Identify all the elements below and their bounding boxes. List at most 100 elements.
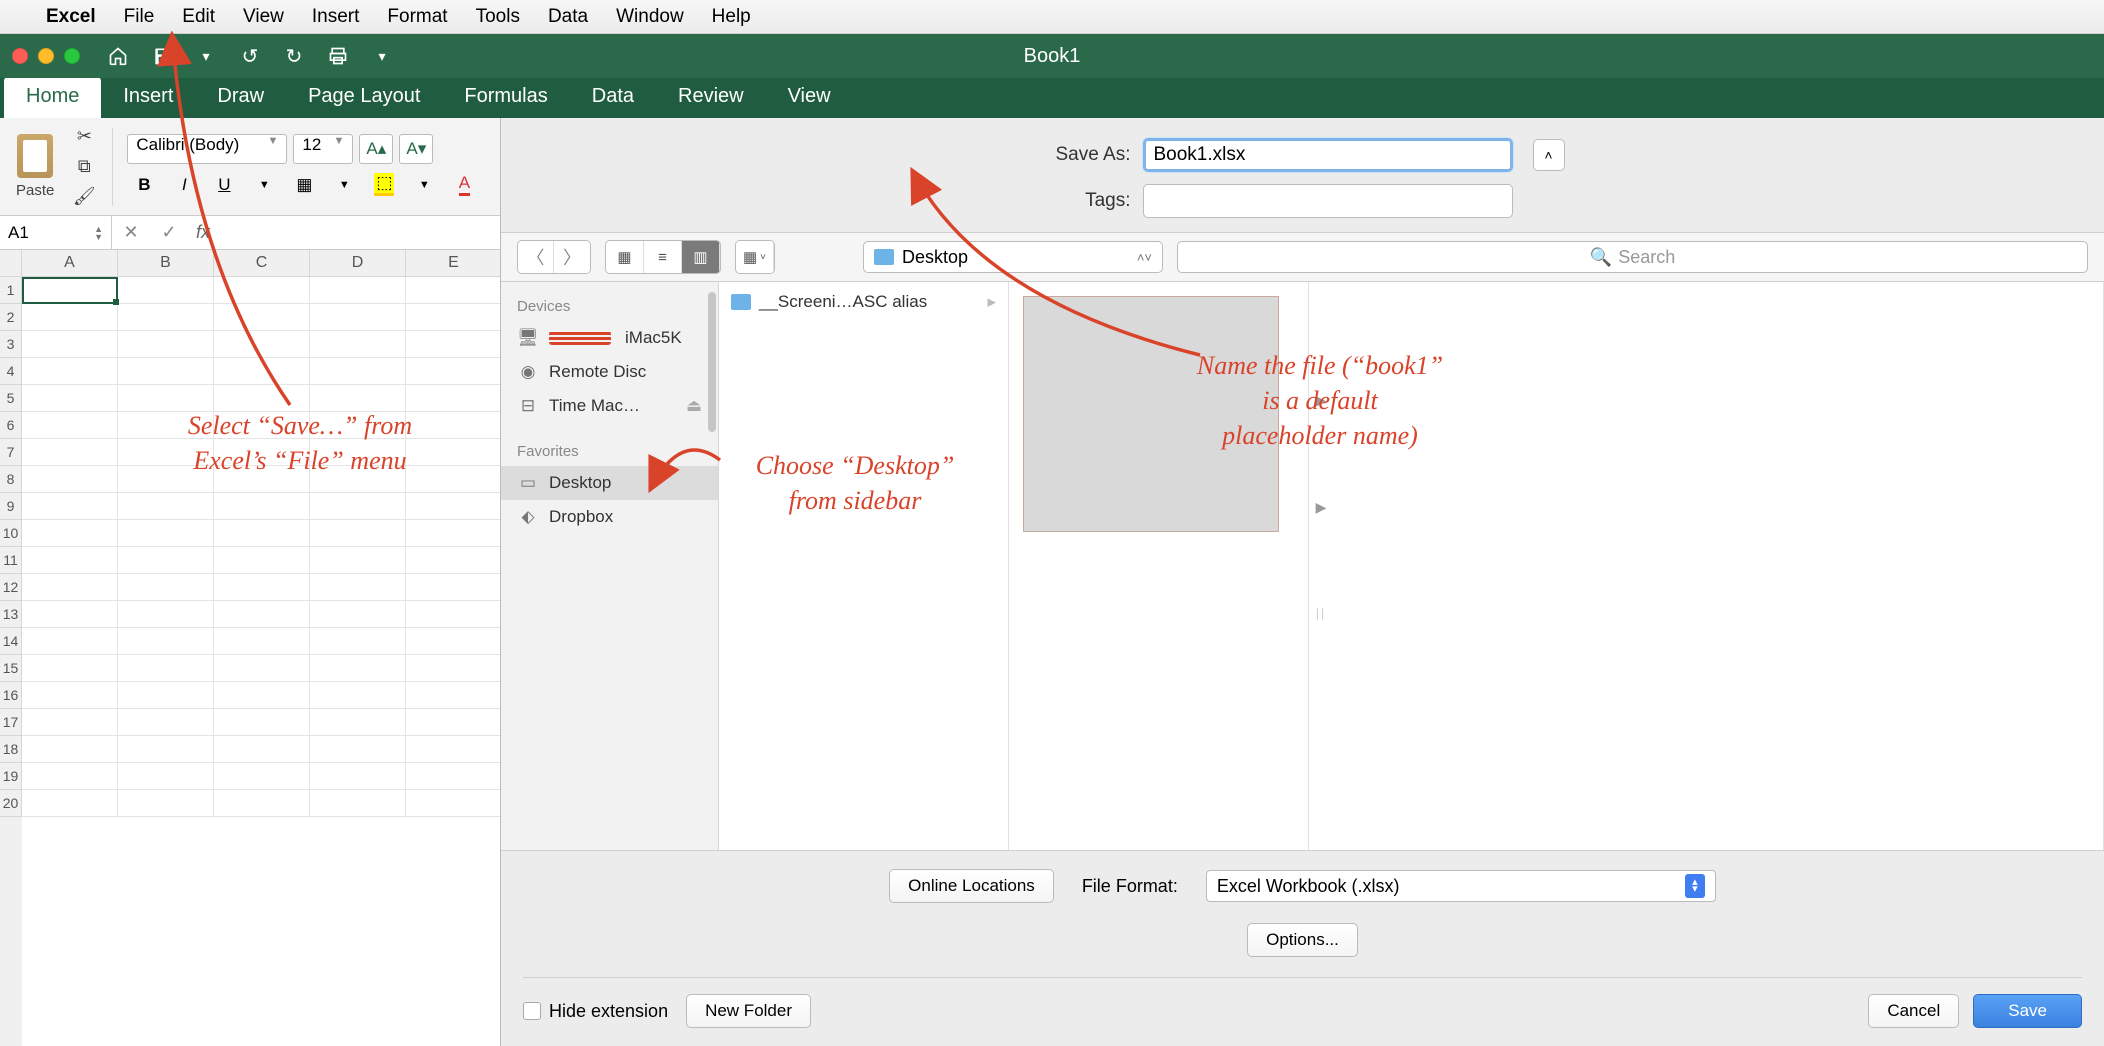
row-header[interactable]: 2 bbox=[0, 304, 22, 331]
zoom-window-icon[interactable] bbox=[64, 48, 80, 64]
cell[interactable] bbox=[310, 709, 406, 736]
sidebar-item-dropbox[interactable]: ⬖Dropbox bbox=[501, 500, 718, 534]
row-header[interactable]: 1 bbox=[0, 277, 22, 304]
tab-view[interactable]: View bbox=[766, 77, 853, 118]
file-format-select[interactable]: Excel Workbook (.xlsx) ▴▾ bbox=[1206, 870, 1716, 902]
cell[interactable] bbox=[310, 736, 406, 763]
cell[interactable] bbox=[118, 763, 214, 790]
filename-input[interactable] bbox=[1143, 138, 1513, 172]
new-folder-button[interactable]: New Folder bbox=[686, 994, 811, 1028]
fill-color-icon[interactable]: ⬚ bbox=[367, 170, 401, 200]
cell[interactable] bbox=[310, 520, 406, 547]
row-header[interactable]: 4 bbox=[0, 358, 22, 385]
fill-dropdown-icon[interactable]: ▼ bbox=[407, 170, 441, 200]
cell[interactable] bbox=[214, 601, 310, 628]
cell[interactable] bbox=[310, 277, 406, 304]
cell[interactable] bbox=[406, 709, 502, 736]
cell[interactable] bbox=[406, 277, 502, 304]
cell[interactable] bbox=[214, 493, 310, 520]
cell[interactable] bbox=[406, 655, 502, 682]
cell[interactable] bbox=[214, 277, 310, 304]
cell[interactable] bbox=[406, 439, 502, 466]
cell[interactable] bbox=[22, 736, 118, 763]
redo-icon[interactable]: ↻ bbox=[276, 41, 312, 71]
search-input[interactable]: 🔍 Search bbox=[1177, 241, 2088, 273]
cell[interactable] bbox=[22, 682, 118, 709]
cell[interactable] bbox=[118, 547, 214, 574]
cell[interactable] bbox=[214, 736, 310, 763]
row-header[interactable]: 9 bbox=[0, 493, 22, 520]
namebox-spinner-icon[interactable]: ▲▼ bbox=[94, 225, 103, 241]
format-painter-icon[interactable]: 🖌 bbox=[70, 185, 98, 209]
menu-file[interactable]: File bbox=[124, 6, 155, 28]
cell[interactable] bbox=[22, 466, 118, 493]
cell[interactable] bbox=[22, 628, 118, 655]
cell[interactable] bbox=[310, 493, 406, 520]
menu-insert[interactable]: Insert bbox=[312, 6, 360, 28]
cell[interactable] bbox=[118, 466, 214, 493]
forward-icon[interactable]: 〉 bbox=[554, 241, 590, 273]
print-dropdown-icon[interactable]: ▾ bbox=[364, 41, 400, 71]
cell[interactable] bbox=[310, 304, 406, 331]
chevron-right-icon[interactable]: ▶ bbox=[1316, 392, 1327, 409]
sidebar-item-desktop[interactable]: ▭Desktop bbox=[501, 466, 718, 500]
cell[interactable] bbox=[22, 655, 118, 682]
close-window-icon[interactable] bbox=[12, 48, 28, 64]
cell[interactable] bbox=[22, 277, 118, 304]
cell[interactable] bbox=[406, 547, 502, 574]
sidebar-item-remote-disc[interactable]: ◉Remote Disc bbox=[501, 355, 718, 389]
cell[interactable] bbox=[310, 628, 406, 655]
cell[interactable] bbox=[214, 385, 310, 412]
confirm-formula-icon[interactable]: ✓ bbox=[150, 222, 188, 243]
tab-draw[interactable]: Draw bbox=[195, 77, 286, 118]
cell[interactable] bbox=[406, 358, 502, 385]
row-header[interactable]: 3 bbox=[0, 331, 22, 358]
cell[interactable] bbox=[118, 790, 214, 817]
font-color-icon[interactable]: A bbox=[447, 170, 481, 200]
name-box[interactable]: A1 ▲▼ bbox=[0, 216, 112, 249]
row-header[interactable]: 18 bbox=[0, 736, 22, 763]
cell[interactable] bbox=[406, 304, 502, 331]
increase-font-icon[interactable]: A▴ bbox=[359, 134, 393, 164]
cell[interactable] bbox=[310, 439, 406, 466]
cell[interactable] bbox=[214, 412, 310, 439]
cell[interactable] bbox=[118, 304, 214, 331]
cell[interactable] bbox=[214, 547, 310, 574]
cut-icon[interactable]: ✂ bbox=[70, 125, 98, 149]
save-icon[interactable] bbox=[144, 41, 180, 71]
undo-icon[interactable]: ↺ bbox=[232, 41, 268, 71]
col-header[interactable]: C bbox=[214, 250, 310, 277]
cell[interactable] bbox=[22, 601, 118, 628]
menu-edit[interactable]: Edit bbox=[182, 6, 215, 28]
italic-button[interactable]: I bbox=[167, 170, 201, 200]
cell[interactable] bbox=[214, 331, 310, 358]
cell[interactable] bbox=[214, 439, 310, 466]
cell[interactable] bbox=[214, 655, 310, 682]
cell[interactable] bbox=[118, 601, 214, 628]
sidebar-item-imac[interactable]: 🖥iMac5K bbox=[501, 321, 718, 355]
cell[interactable] bbox=[22, 439, 118, 466]
tab-home[interactable]: Home bbox=[4, 77, 101, 118]
cell[interactable] bbox=[310, 790, 406, 817]
cell[interactable] bbox=[214, 709, 310, 736]
cell[interactable] bbox=[406, 331, 502, 358]
cell[interactable] bbox=[214, 466, 310, 493]
cell[interactable] bbox=[22, 385, 118, 412]
row-header[interactable]: 13 bbox=[0, 601, 22, 628]
cell[interactable] bbox=[406, 736, 502, 763]
cell[interactable] bbox=[406, 466, 502, 493]
row-header[interactable]: 8 bbox=[0, 466, 22, 493]
cell[interactable] bbox=[406, 682, 502, 709]
scrollbar-thumb[interactable] bbox=[708, 292, 716, 432]
cell[interactable] bbox=[118, 277, 214, 304]
underline-dropdown-icon[interactable]: ▼ bbox=[247, 170, 281, 200]
cell[interactable] bbox=[22, 304, 118, 331]
online-locations-button[interactable]: Online Locations bbox=[889, 869, 1054, 903]
cell[interactable] bbox=[310, 763, 406, 790]
cell[interactable] bbox=[310, 358, 406, 385]
cell[interactable] bbox=[118, 736, 214, 763]
save-dropdown-icon[interactable]: ▾ bbox=[188, 41, 224, 71]
cell[interactable] bbox=[406, 628, 502, 655]
cell[interactable] bbox=[22, 547, 118, 574]
cell[interactable] bbox=[310, 385, 406, 412]
